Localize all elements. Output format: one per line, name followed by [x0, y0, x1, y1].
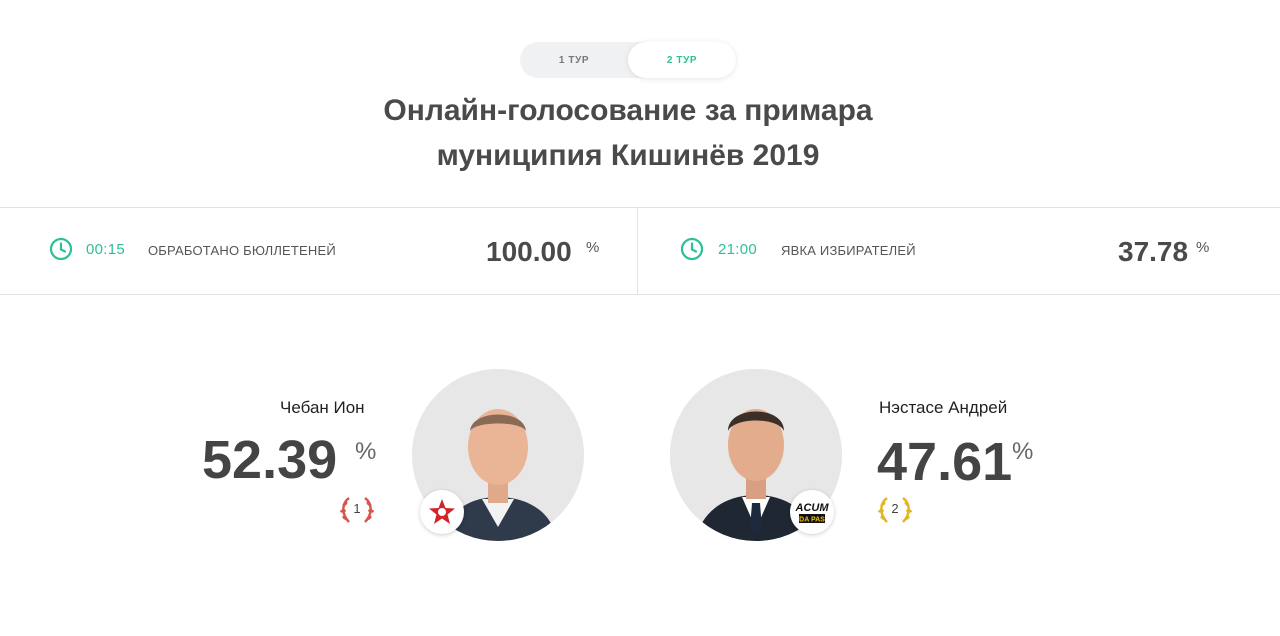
stat-label: ЯВКА ИЗБИРАТЕЛЕЙ: [781, 243, 916, 258]
stat-value: 37.78: [1118, 236, 1189, 267]
stat-processed: 00:15 ОБРАБОТАНО БЮЛЛЕТЕНЕЙ 100.00 %: [0, 208, 637, 294]
candidate-percentage: 47.61: [877, 432, 1013, 492]
rank-number: 2: [891, 501, 899, 516]
page-title: Онлайн-голосование за примара муниципия …: [0, 88, 1256, 178]
candidate-unit: %: [1012, 438, 1034, 465]
party-logo-badge: ACUM DA PAS: [790, 490, 834, 534]
stat-unit: %: [586, 239, 600, 256]
stat-time: 00:15: [86, 241, 126, 258]
clock-icon: [49, 237, 73, 261]
red-star-icon: [429, 499, 455, 524]
stats-bar: 00:15 ОБРАБОТАНО БЮЛЛЕТЕНЕЙ 100.00 % 21:…: [0, 207, 1280, 295]
party-logo-text: ACUM: [795, 502, 830, 514]
page-title-line-2: муниципия Кишинёв 2019: [436, 139, 820, 172]
tab-round-2[interactable]: 2 ТУР: [628, 42, 736, 78]
acum-logo: ACUM DA PAS: [795, 502, 830, 524]
stat-label: ОБРАБОТАНО БЮЛЛЕТЕНЕЙ: [148, 243, 336, 258]
stat-time: 21:00: [718, 241, 758, 258]
candidate-name: Нэстасе Андрей: [879, 398, 1008, 417]
party-logo-subtext: DA PAS: [799, 517, 825, 524]
stat-turnout: 21:00 ЯВКА ИЗБИРАТЕЛЕЙ 37.78 %: [638, 208, 1280, 294]
tab-round-1[interactable]: 1 ТУР: [520, 42, 628, 78]
clock-icon: [680, 237, 704, 261]
candidate-name: Чебан Ион: [280, 398, 365, 417]
round-tabs: 1 ТУР 2 ТУР: [520, 42, 736, 78]
page-title-line-1: Онлайн-голосование за примара: [383, 94, 873, 127]
candidate-unit: %: [355, 438, 377, 465]
stat-value: 100.00: [486, 236, 572, 267]
candidate-percentage: 52.39: [202, 430, 338, 490]
rank-number: 1: [353, 501, 361, 516]
party-logo-badge: [420, 490, 464, 534]
stat-unit: %: [1196, 239, 1210, 256]
